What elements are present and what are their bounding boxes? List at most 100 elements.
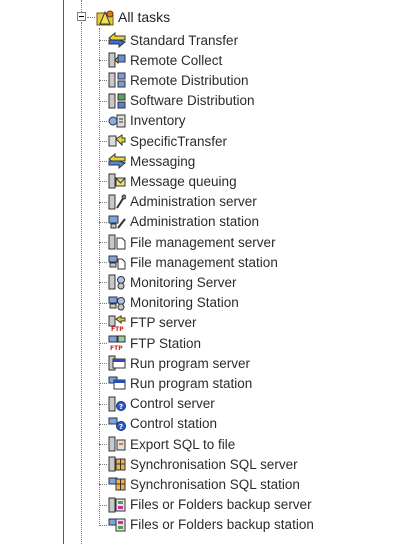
remote-collect-icon: [108, 52, 126, 68]
tree-node-monitoring-station[interactable]: Monitoring Station: [108, 293, 239, 313]
backup-station-icon: [108, 517, 126, 533]
messaging-icon: [108, 153, 126, 170]
tree-node-all-tasks[interactable]: All tasks: [96, 7, 170, 27]
tree-line: [99, 181, 107, 183]
tree-node-label: Monitoring Server: [130, 274, 237, 290]
tree-line: [99, 363, 107, 365]
tree-node-software-distribution[interactable]: Software Distribution: [108, 91, 255, 111]
sync-sql-station-icon: [108, 476, 126, 492]
tree-line: [99, 343, 107, 344]
admin-server-icon: [108, 194, 126, 210]
svg-text:FTP: FTP: [111, 326, 124, 331]
tree-node-files-or-folders-backup-server[interactable]: Files or Folders backup server: [108, 495, 312, 515]
svg-text:?: ?: [119, 423, 123, 431]
sync-sql-server-icon: [108, 456, 126, 472]
svg-text:?: ?: [119, 403, 123, 411]
tree-node-synchronisation-sql-server[interactable]: Synchronisation SQL server: [108, 454, 298, 474]
tree-node-label: Synchronisation SQL station: [130, 476, 300, 492]
export-sql-icon: [108, 436, 126, 452]
tree-node-label: Control server: [130, 396, 215, 412]
tree-line: [99, 504, 107, 506]
monitoring-server-icon: [108, 274, 126, 290]
tree-node-message-queuing[interactable]: Message queuing: [108, 171, 237, 191]
remote-distribution-icon: [108, 72, 126, 88]
tree-node-label: Files or Folders backup station: [130, 517, 314, 533]
software-distribution-icon: [108, 93, 126, 109]
tree-node-label: Synchronisation SQL server: [130, 456, 298, 472]
run-station-icon: [108, 375, 126, 391]
tree-root-label: All tasks: [118, 9, 171, 25]
tree-line: [99, 262, 107, 264]
tree-node-monitoring-server[interactable]: Monitoring Server: [108, 272, 237, 292]
svg-text:FTP: FTP: [110, 345, 123, 351]
tree-node-ftp-server[interactable]: FTP FTP server: [108, 313, 197, 333]
tree-node-export-sql-to-file[interactable]: Export SQL to file: [108, 434, 235, 454]
tree-node-files-or-folders-backup-station[interactable]: Files or Folders backup station: [108, 515, 314, 535]
tree-node-control-server[interactable]: ? Control server: [108, 394, 215, 414]
tree-line: [99, 161, 107, 163]
tree-node-run-program-server[interactable]: Run program server: [108, 353, 250, 373]
tree-node-synchronisation-sql-station[interactable]: Synchronisation SQL station: [108, 474, 300, 494]
panel-edge: [63, 0, 64, 544]
backup-server-icon: [108, 497, 126, 513]
ftp-server-icon: FTP: [108, 314, 126, 331]
tree-line: [99, 444, 107, 445]
tree-line: [99, 80, 107, 82]
tree-line: [99, 28, 100, 524]
specific-transfer-icon: [108, 133, 126, 149]
tree-line: [99, 383, 107, 385]
tree-node-inventory[interactable]: Inventory: [108, 111, 186, 131]
tree-line: [99, 403, 107, 405]
tree-node-label: Administration server: [130, 194, 257, 210]
tree-node-messaging[interactable]: Messaging: [108, 151, 195, 171]
tree-node-label: Standard Transfer: [130, 32, 239, 48]
tree-line: [99, 141, 107, 142]
tasks-folder-icon: [96, 9, 114, 26]
tree-node-label: File management station: [130, 254, 278, 270]
tree-line: [99, 100, 107, 102]
file-station-icon: [108, 254, 126, 270]
collapse-toggle[interactable]: [77, 12, 86, 21]
tree-node-label: Control station: [130, 416, 218, 432]
tree-node-remote-collect[interactable]: Remote Collect: [108, 50, 222, 70]
tree-line: [99, 282, 107, 284]
tree-node-label: Run program station: [130, 375, 253, 391]
tree-node-file-management-station[interactable]: File management station: [108, 252, 278, 272]
tree-line: [99, 242, 107, 243]
tree-line: [81, 22, 82, 544]
tree-node-label: Export SQL to file: [130, 436, 236, 452]
tree-node-standard-transfer[interactable]: Standard Transfer: [108, 30, 238, 50]
tree-node-specifictransfer[interactable]: SpecificTransfer: [108, 131, 227, 151]
task-tree-panel: All tasks Standard Transfer Remote Collec…: [0, 0, 398, 544]
tree-node-label: Run program server: [130, 355, 251, 371]
admin-station-icon: [108, 214, 126, 230]
tree-node-label: SpecificTransfer: [130, 133, 228, 149]
tree-node-label: File management server: [130, 234, 276, 250]
tree-node-control-station[interactable]: ? Control station: [108, 414, 217, 434]
file-server-icon: [108, 234, 126, 250]
tree-node-file-management-server[interactable]: File management server: [108, 232, 276, 252]
tree-line: [99, 302, 107, 304]
tree-line: [99, 201, 107, 203]
tree-line: [99, 221, 107, 223]
transfer-arrows-icon: [108, 32, 126, 48]
tree-line: [99, 60, 107, 62]
tree-line: [87, 17, 95, 18]
tree-node-label: FTP server: [130, 315, 197, 331]
tree-line: [99, 524, 107, 526]
tree-line: [99, 40, 107, 41]
tree-node-run-program-station[interactable]: Run program station: [108, 373, 252, 393]
tree-line: [99, 423, 107, 425]
ftp-station-icon: FTP: [108, 335, 126, 351]
inventory-icon: [108, 113, 126, 129]
tree-node-label: Messaging: [130, 153, 196, 169]
tree-node-administration-station[interactable]: Administration station: [108, 212, 259, 232]
tree-node-label: Remote Collect: [130, 52, 223, 68]
tree-node-remote-distribution[interactable]: Remote Distribution: [108, 70, 249, 90]
tree-node-label: Message queuing: [130, 173, 237, 189]
tree-node-ftp-station[interactable]: FTP FTP Station: [108, 333, 201, 353]
monitoring-station-icon: [108, 295, 126, 311]
tree-node-administration-server[interactable]: Administration server: [108, 192, 257, 212]
run-server-icon: [108, 355, 126, 371]
tree-line: [99, 464, 107, 466]
